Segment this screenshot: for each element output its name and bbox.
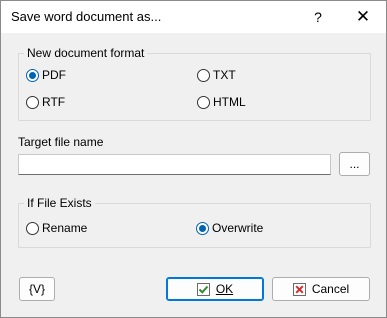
format-group-label: New document format: [24, 46, 148, 60]
radio-unchecked-icon: [197, 68, 210, 82]
format-option-pdf[interactable]: PDF: [26, 67, 66, 83]
format-group: New document format: [18, 46, 371, 121]
radio-unchecked-icon: [26, 221, 39, 235]
format-option-label: HTML: [213, 95, 246, 109]
exists-option-label: Rename: [42, 221, 88, 235]
browse-button[interactable]: ...: [339, 152, 370, 176]
format-option-label: RTF: [42, 95, 66, 109]
cancel-label: Cancel: [311, 282, 350, 296]
format-option-label: TXT: [213, 68, 236, 82]
cancel-button[interactable]: Cancel: [272, 277, 370, 301]
radio-unchecked-icon: [197, 95, 210, 109]
dialog-title: Save word document as...: [11, 9, 162, 24]
format-option-txt[interactable]: TXT: [197, 67, 236, 83]
file-exists-group-label: If File Exists: [24, 196, 95, 210]
format-option-label: PDF: [42, 68, 66, 82]
format-option-rtf[interactable]: RTF: [26, 94, 65, 110]
close-button[interactable]: ✕: [343, 1, 383, 33]
ok-button[interactable]: OK: [166, 277, 264, 301]
radio-checked-icon: [26, 68, 39, 82]
save-dialog: Save word document as... ? ✕ New documen…: [0, 0, 387, 318]
green-check-icon: [196, 282, 210, 296]
radio-checked-icon: [196, 221, 209, 235]
target-file-label: Target file name: [18, 135, 104, 149]
help-button[interactable]: ?: [298, 1, 338, 33]
target-file-input[interactable]: [18, 154, 331, 175]
title-bar: Save word document as... ? ✕: [1, 1, 386, 33]
exists-option-label: Overwrite: [212, 221, 264, 235]
exists-option-rename[interactable]: Rename: [26, 220, 87, 236]
ok-label: OK: [215, 282, 234, 296]
format-option-html[interactable]: HTML: [197, 94, 246, 110]
red-x-icon: [292, 282, 306, 296]
exists-option-overwrite[interactable]: Overwrite: [196, 220, 263, 236]
radio-unchecked-icon: [26, 95, 39, 109]
variables-button[interactable]: {V}: [19, 277, 55, 301]
